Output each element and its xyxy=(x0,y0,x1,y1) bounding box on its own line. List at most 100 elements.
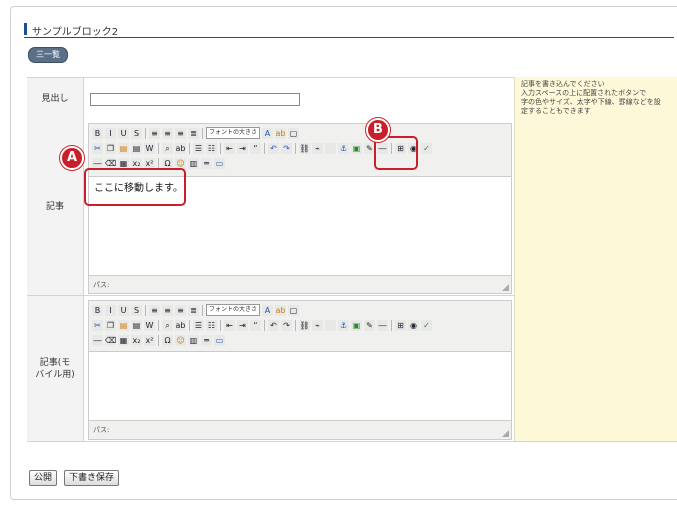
outdent-icon[interactable]: ⇤ xyxy=(224,319,235,331)
save-draft-button[interactable]: 下書き保存 xyxy=(64,470,120,486)
media-icon[interactable]: ▭ xyxy=(214,157,225,169)
table-icon[interactable]: ▦ xyxy=(118,157,129,169)
find-icon[interactable]: ⌕ xyxy=(162,319,173,331)
remove-format-icon[interactable]: ▢ xyxy=(288,127,300,139)
subscript-icon[interactable]: x₂ xyxy=(131,157,142,169)
html-source-icon[interactable]: ⊞ xyxy=(395,319,406,331)
emoticon-icon[interactable]: ☺ xyxy=(175,334,186,346)
highlight-color-icon[interactable]: ab xyxy=(275,127,287,139)
heading-input-cell xyxy=(84,78,514,119)
underline-icon[interactable]: U xyxy=(118,127,129,139)
undo-icon[interactable]: ↶ xyxy=(268,319,279,331)
bullet-list-icon[interactable]: ☰ xyxy=(193,142,204,154)
separator xyxy=(264,319,265,331)
cut-icon[interactable]: ✂ xyxy=(92,142,103,154)
highlight-color-icon[interactable]: ab xyxy=(275,304,287,316)
eraser-icon[interactable]: ⌫ xyxy=(105,334,116,346)
separator xyxy=(145,304,146,316)
paste-text-icon[interactable]: ▤ xyxy=(131,319,142,331)
italic-icon[interactable]: I xyxy=(105,127,116,139)
align-right-icon[interactable]: ≡ xyxy=(175,127,186,139)
media-icon[interactable]: ▭ xyxy=(214,334,225,346)
replace-icon[interactable]: ab xyxy=(175,319,186,331)
numbered-list-icon[interactable]: ☷ xyxy=(206,142,217,154)
subscript-icon[interactable]: x₂ xyxy=(131,334,142,346)
link-icon[interactable]: ⛓ xyxy=(299,142,310,154)
undo-icon[interactable]: ↶ xyxy=(268,142,279,154)
underline-icon[interactable]: U xyxy=(118,304,129,316)
mobile-toolbar-row-3: ― ⌫ ▦ x₂ x² Ω ☺ ▥ ═ ▭ xyxy=(92,333,225,347)
eraser-icon[interactable]: ⌫ xyxy=(105,157,116,169)
bullet-list-icon[interactable]: ☰ xyxy=(193,319,204,331)
text-color-icon[interactable]: A xyxy=(262,304,274,316)
paste-word-icon[interactable]: W xyxy=(144,319,155,331)
hr-icon[interactable]: ― xyxy=(92,157,103,169)
align-right-icon[interactable]: ≡ xyxy=(175,304,186,316)
strikethrough-icon[interactable]: S xyxy=(131,127,142,139)
line-icon[interactable]: ═ xyxy=(201,334,212,346)
title-bar xyxy=(24,23,27,35)
superscript-icon[interactable]: x² xyxy=(144,157,155,169)
article-label-cell: 記事 xyxy=(27,119,84,295)
image-icon[interactable]: ▣ xyxy=(351,319,362,331)
spellcheck-icon[interactable]: ✓ xyxy=(421,142,432,154)
cleanup-icon[interactable]: ✎ xyxy=(364,319,375,331)
image-icon[interactable]: ▣ xyxy=(351,142,362,154)
page-break-icon[interactable]: ▥ xyxy=(188,334,199,346)
preview-icon[interactable]: ◉ xyxy=(408,319,419,331)
special-char-icon[interactable]: Ω xyxy=(162,334,173,346)
align-center-icon[interactable]: ≡ xyxy=(162,304,173,316)
blockquote-icon[interactable]: “ xyxy=(250,319,261,331)
separator xyxy=(202,304,203,316)
font-size-select[interactable]: フォントの大きさ xyxy=(206,304,261,316)
unlink-icon[interactable]: ⌁ xyxy=(312,319,323,331)
spellcheck-icon[interactable]: ✓ xyxy=(421,319,432,331)
align-justify-icon[interactable]: ≣ xyxy=(188,127,199,139)
indent-icon[interactable]: ⇥ xyxy=(237,319,248,331)
italic-icon[interactable]: I xyxy=(105,304,116,316)
replace-icon[interactable]: ab xyxy=(175,142,186,154)
bold-icon[interactable]: B xyxy=(92,127,103,139)
resize-grip-icon[interactable] xyxy=(502,430,509,437)
find-icon[interactable]: ⌕ xyxy=(162,142,173,154)
align-left-icon[interactable]: ≡ xyxy=(149,304,160,316)
align-left-icon[interactable]: ≡ xyxy=(149,127,160,139)
mobile-edit-area[interactable] xyxy=(89,351,511,421)
remove-format-icon[interactable]: ▢ xyxy=(288,304,300,316)
text-color-icon[interactable]: A xyxy=(262,127,274,139)
horizontal-rule-icon[interactable]: ― xyxy=(377,319,388,331)
link-icon[interactable]: ⛓ xyxy=(299,319,310,331)
copy-icon[interactable]: ❐ xyxy=(105,142,116,154)
paste-word-icon[interactable]: W xyxy=(144,142,155,154)
blockquote-icon[interactable]: “ xyxy=(250,142,261,154)
numbered-list-icon[interactable]: ☷ xyxy=(206,319,217,331)
superscript-icon[interactable]: x² xyxy=(144,334,155,346)
special-char-icon[interactable]: Ω xyxy=(162,157,173,169)
table-icon[interactable]: ▦ xyxy=(118,334,129,346)
bold-icon[interactable]: B xyxy=(92,304,103,316)
cut-icon[interactable]: ✂ xyxy=(92,319,103,331)
paste-text-icon[interactable]: ▤ xyxy=(131,142,142,154)
font-size-select[interactable]: フォントの大きさ xyxy=(206,127,261,139)
anchor-icon[interactable]: ⚓ xyxy=(338,319,349,331)
copy-icon[interactable]: ❐ xyxy=(105,319,116,331)
unlink-icon[interactable]: ⌁ xyxy=(312,142,323,154)
anchor-icon[interactable]: ⚓ xyxy=(338,142,349,154)
publish-button[interactable]: 公開 xyxy=(29,470,58,486)
indent-icon[interactable]: ⇥ xyxy=(237,142,248,154)
redo-icon[interactable]: ↷ xyxy=(281,142,292,154)
page-break-icon[interactable]: ▥ xyxy=(188,157,199,169)
emoticon-icon[interactable]: ☺ xyxy=(175,157,186,169)
line-icon[interactable]: ═ xyxy=(201,157,212,169)
redo-icon[interactable]: ↷ xyxy=(281,319,292,331)
resize-grip-icon[interactable] xyxy=(502,284,509,291)
paste-icon[interactable]: ▤ xyxy=(118,319,129,331)
list-button[interactable]: 三一覧 xyxy=(28,47,68,63)
heading-input[interactable] xyxy=(90,93,300,106)
align-justify-icon[interactable]: ≣ xyxy=(188,304,199,316)
outdent-icon[interactable]: ⇤ xyxy=(224,142,235,154)
strikethrough-icon[interactable]: S xyxy=(131,304,142,316)
hr-icon[interactable]: ― xyxy=(92,334,103,346)
paste-icon[interactable]: ▤ xyxy=(118,142,129,154)
align-center-icon[interactable]: ≡ xyxy=(162,127,173,139)
